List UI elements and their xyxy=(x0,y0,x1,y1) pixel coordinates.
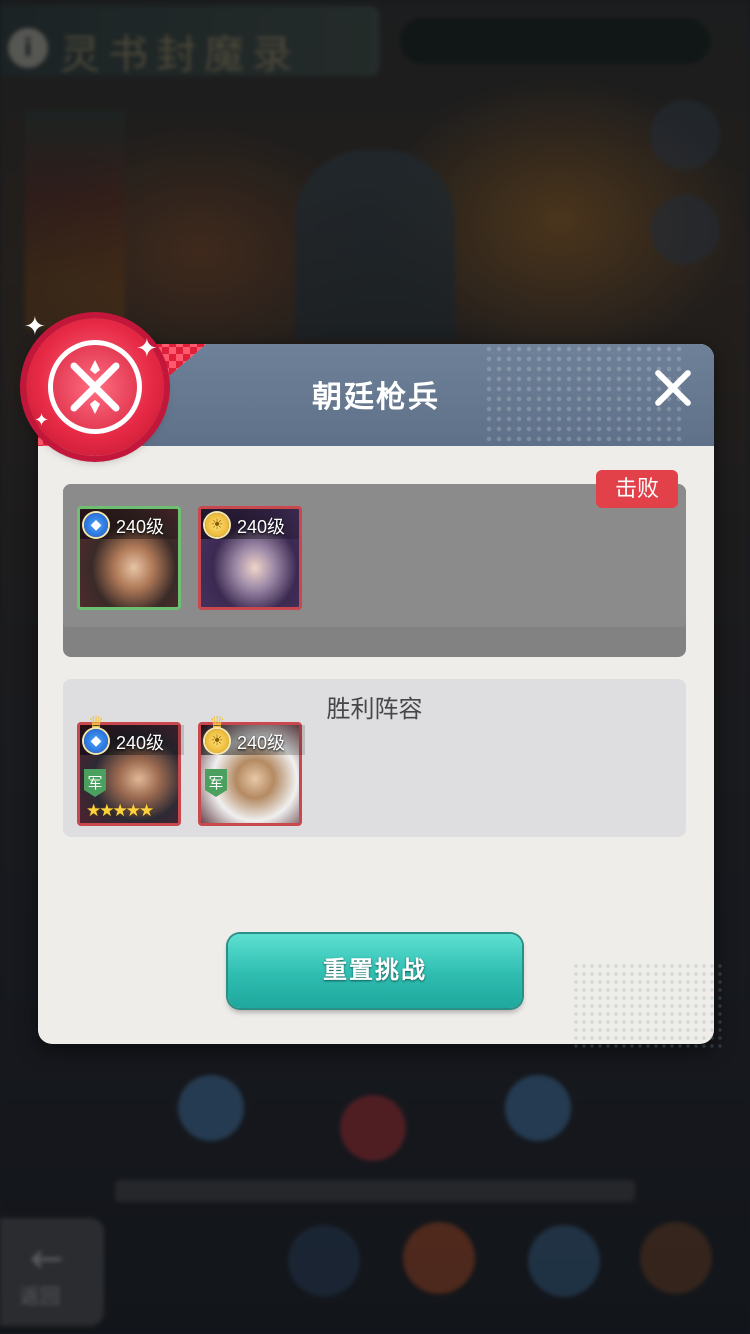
hero-level: 240级 xyxy=(237,733,286,753)
water-faction-icon: ◆ xyxy=(84,513,108,537)
enemy-lineup-panel: 击败 ◆ 240级 ☀ 240级 xyxy=(63,470,686,657)
hero-level: 240级 xyxy=(237,517,286,537)
sun-faction-icon: ☀ xyxy=(205,513,229,537)
victory-lineup-panel: 胜利阵容 ♛ ◆ 240级 军 ★★★★★ ♛ ☀ 240级 军 xyxy=(63,679,686,837)
victory-hero-card[interactable]: ♛ ◆ 240级 军 ★★★★★ xyxy=(77,713,184,826)
reset-challenge-label: 重置挑战 xyxy=(323,957,427,984)
crossed-swords-icon xyxy=(70,360,120,414)
star-rating: ★★★★★ xyxy=(86,801,154,821)
close-icon[interactable] xyxy=(648,364,696,412)
sun-faction-icon: ☀ xyxy=(205,729,229,753)
sparkle-icon: ✦ xyxy=(34,410,50,431)
water-faction-icon: ◆ xyxy=(84,729,108,753)
sparkle-icon: ✦ xyxy=(136,334,158,364)
victory-hero-card[interactable]: ♛ ☀ 240级 军 xyxy=(198,713,305,826)
corner-pattern xyxy=(572,962,722,1052)
reset-challenge-button[interactable]: 重置挑战 xyxy=(228,934,522,1008)
enemy-hero-card[interactable]: ◆ 240级 xyxy=(77,506,181,610)
enemy-hero-card[interactable]: ☀ 240级 xyxy=(198,506,302,610)
sparkle-icon: ✦ xyxy=(24,312,46,342)
defeat-badge: 击败 xyxy=(596,470,678,508)
hero-level: 240级 xyxy=(116,733,165,753)
victory-lineup-title: 胜利阵容 xyxy=(326,696,423,723)
hero-level: 240级 xyxy=(116,517,165,537)
battle-record-dialog: 朝廷枪兵 ✦ ✦ ✦ 击败 ◆ 240级 ☀ 240级 胜利阵容 ♛ ◆ 240… xyxy=(24,314,722,1052)
